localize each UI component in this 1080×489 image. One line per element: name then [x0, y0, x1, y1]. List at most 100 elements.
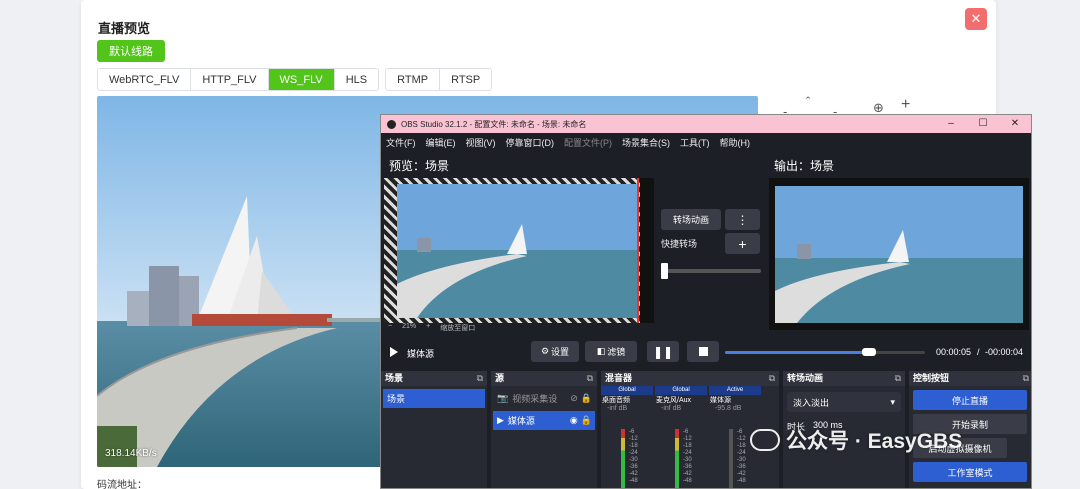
transitions-undock-icon[interactable]: ⧉	[895, 371, 901, 386]
sources-dock-title: 源	[495, 373, 505, 383]
add-quick-transition-icon[interactable]: +	[725, 233, 760, 254]
protocol-group-2: RTMP RTSP	[385, 68, 493, 91]
meter-scale: -6 -12 -18 -24 -30 -36 -42 -48	[737, 429, 746, 484]
tab-rtsp[interactable]: RTSP	[440, 69, 492, 90]
source-item-video-capture[interactable]: 📷 视频采集设 ⊘ 🔒	[493, 389, 595, 408]
controls-undock-icon[interactable]: ⧉	[1023, 371, 1029, 386]
window-close-icon[interactable]: ✕	[999, 115, 1031, 133]
obs-menubar: 文件(F) 编辑(E) 视图(V) 停靠窗口(D) 配置文件(P) 场景集合(S…	[381, 133, 1031, 151]
output-image	[775, 186, 1023, 323]
program-output	[769, 178, 1029, 330]
stop-streaming-button[interactable]: 停止直播	[913, 390, 1027, 410]
menu-view[interactable]: 视图(V)	[466, 136, 496, 149]
play-icon[interactable]	[390, 347, 398, 357]
menu-help[interactable]: 帮助(H)	[720, 136, 751, 149]
transitions-dock-title: 转场动画	[787, 373, 824, 383]
transition-slider-handle[interactable]	[661, 263, 668, 279]
pause-icon[interactable]: ❚❚	[647, 341, 679, 362]
tab-rtmp[interactable]: RTMP	[386, 69, 441, 90]
chevron-down-icon: ▾	[890, 396, 895, 407]
mixer-channel-media: Active 媒体源 -95.8 dB	[709, 386, 761, 412]
sources-dock: 源 ⧉ 📷 视频采集设 ⊘ 🔒 ▶ 媒体源 ◉ 🔒	[491, 371, 599, 488]
settings-button[interactable]: ⚙ 设置	[531, 341, 579, 362]
tab-webrtc-flv[interactable]: WebRTC_FLV	[98, 69, 192, 90]
zoom-in-small-icon[interactable]: +	[426, 323, 430, 333]
transition-slider-track	[661, 269, 761, 273]
hidden-eye-icon[interactable]: ⊘	[570, 393, 578, 404]
source-item-media[interactable]: ▶ 媒体源 ◉ 🔒	[493, 411, 595, 430]
mixer-channel-name[interactable]: 麦克风/Aux	[655, 395, 707, 405]
controls-dock-title: 控制按钮	[913, 373, 950, 383]
lock-icon[interactable]: 🔒	[581, 415, 592, 426]
mixer-tag: Global	[655, 386, 707, 395]
media-progress-fill	[725, 351, 869, 354]
menu-edit[interactable]: 编辑(E)	[426, 136, 456, 149]
menu-scene-collection[interactable]: 场景集合(S)	[622, 136, 670, 149]
volume-meter	[729, 429, 733, 488]
scenes-dock-header: 场景 ⧉	[381, 371, 487, 386]
media-time-current: 00:00:05	[936, 347, 972, 357]
wechat-icon	[750, 429, 780, 451]
scene-item[interactable]: 场景	[383, 389, 485, 408]
scenes-undock-icon[interactable]: ⧉	[477, 371, 483, 386]
source-item-label: 媒体源	[507, 416, 535, 426]
filters-button-label: 滤镜	[607, 347, 626, 357]
transition-select-value: 淡入淡出	[793, 397, 830, 408]
mixer-undock-icon[interactable]: ⧉	[769, 371, 775, 386]
obs-titlebar: OBS Studio 32.1.2 - 配置文件: 未命名 - 场景: 未命名 …	[381, 115, 1031, 133]
mixer-channel-mic: Global 麦克风/Aux -inf dB	[655, 386, 707, 412]
stream-address-label: 码流地址：	[97, 480, 147, 489]
transition-select[interactable]: 淡入淡出 ▾	[787, 392, 901, 412]
mixer-channel-name[interactable]: 媒体源	[709, 395, 761, 405]
play-source-icon: ▶	[497, 415, 504, 425]
minimize-icon[interactable]: –	[935, 115, 967, 133]
media-controls: 媒体源 ⚙ 设置 ◧ 滤镜 ❚❚ 00:00:05 / -00:00:04	[381, 339, 1031, 365]
lock-icon[interactable]: 🔒	[581, 393, 592, 404]
maximize-icon[interactable]: ☐	[967, 115, 999, 133]
eye-icon[interactable]: ◉	[570, 415, 578, 426]
ptz-up-icon[interactable]: ˆ	[806, 94, 810, 109]
transition-more-icon[interactable]: ⋮	[725, 209, 760, 230]
mixer-dock-title: 混音器	[605, 373, 633, 383]
mixer-tag: Active	[709, 386, 761, 395]
menu-tools[interactable]: 工具(T)	[680, 136, 710, 149]
tab-hls[interactable]: HLS	[334, 69, 379, 90]
watermark-text: 公众号 · EasyGBS	[786, 430, 963, 453]
ptz-controls: ˆ - - ⊕ +	[781, 94, 921, 119]
menu-docks[interactable]: 停靠窗口(D)	[506, 136, 555, 149]
stop-icon[interactable]	[687, 341, 719, 362]
menu-profile[interactable]: 配置文件(P)	[564, 136, 612, 149]
mixer-channel-db: -inf dB	[661, 405, 682, 412]
output-title: 输出：场景	[774, 159, 835, 173]
zoom-level: 21%	[402, 323, 417, 330]
preview-canvas[interactable]	[384, 178, 654, 323]
obs-window-title: OBS Studio 32.1.2 - 配置文件: 未命名 - 场景: 未命名	[401, 119, 587, 129]
watermark: 公众号 · EasyGBS	[750, 425, 962, 455]
mixer-tag: Global	[601, 386, 653, 395]
transitions-dock-header: 转场动画 ⧉	[783, 371, 905, 386]
sources-dock-header: 源 ⧉	[491, 371, 597, 386]
tab-http-flv[interactable]: HTTP_FLV	[191, 69, 269, 90]
media-progress-handle[interactable]	[862, 348, 876, 356]
controls-dock-header: 控制按钮 ⧉	[909, 371, 1031, 386]
transition-button[interactable]: 转场动画	[661, 209, 721, 230]
zoom-fit-select[interactable]: 缩放至窗口	[440, 323, 475, 333]
scenes-dock-title: 场景	[385, 373, 404, 383]
card-title: 直播预览	[98, 21, 151, 36]
media-time-remaining: -00:00:04	[985, 347, 1024, 357]
sources-undock-icon[interactable]: ⧉	[587, 371, 593, 386]
studio-mode-button[interactable]: 工作室模式	[913, 462, 1027, 482]
mixer-channel-desktop: Global 桌面音频 -inf dB	[601, 386, 653, 412]
zoom-out-icon[interactable]: −	[388, 323, 392, 333]
menu-file[interactable]: 文件(F)	[386, 136, 416, 149]
close-button[interactable]: ✕	[965, 8, 987, 30]
mixer-channel-name[interactable]: 桌面音频	[601, 395, 653, 405]
media-progress-track[interactable]	[725, 348, 925, 356]
default-route-button[interactable]: 默认线路	[97, 40, 165, 62]
plus-icon[interactable]: +	[901, 96, 910, 114]
obs-logo-icon	[387, 119, 396, 129]
protocol-group-1: WebRTC_FLV HTTP_FLV WS_FLV HLS	[97, 68, 380, 91]
preview-edge-marker	[637, 178, 639, 323]
filters-button[interactable]: ◧ 滤镜	[585, 341, 637, 362]
tab-ws-flv[interactable]: WS_FLV	[268, 69, 335, 90]
